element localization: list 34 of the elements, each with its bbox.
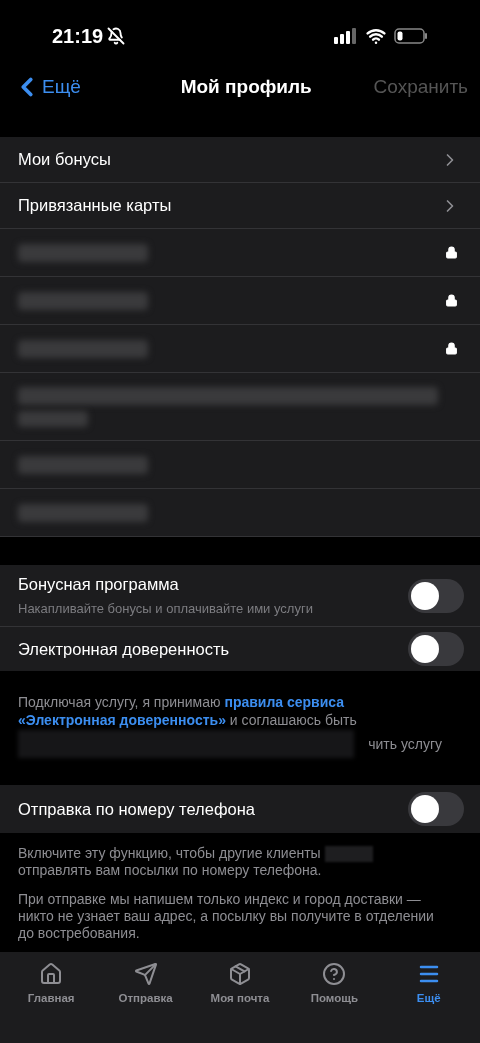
service-rules-link[interactable]: правила сервиса: [224, 694, 345, 710]
bell-off-icon: [107, 27, 126, 45]
redacted-text: [324, 845, 373, 862]
wifi-icon: [366, 26, 386, 46]
tab-bar-item[interactable]: Моя почта: [194, 962, 285, 1008]
setting-title: Электронная доверенность: [18, 638, 230, 660]
consent-text: Подключая услугу, я принимаю правила сервиса «Электронная доверенность» и соглашаюсь быть: [18, 693, 358, 729]
toggle-switch[interactable]: [408, 632, 464, 666]
help-text: отправлять вам посылки по номеру телефона.: [18, 862, 323, 879]
screen-title: Мой профиль: [180, 74, 312, 99]
help-text: При отправке мы напишем только индекс и город доставки — никто не узнает ваш адрес, а посылку вы получите в отделении до востребования.: [18, 891, 435, 942]
setting-description: Накапливайте бонусы и оплачивайте ими услуги: [18, 600, 313, 619]
clock: 21:19: [52, 24, 104, 49]
menu-row[interactable]: Привязанные карты: [0, 183, 480, 229]
toggle-switch[interactable]: [408, 578, 464, 613]
package-icon: [227, 962, 252, 986]
battery-icon: [394, 28, 428, 44]
help-icon: [322, 962, 347, 986]
tab-bar-item[interactable]: Помощь: [289, 962, 380, 1008]
setting-title: Бонусная программа: [18, 574, 180, 596]
help-text: Включите эту функцию, чтобы другие клиенты: [18, 845, 321, 862]
paper-plane-icon: [133, 962, 158, 986]
consent-text-tail: чить услугу: [368, 735, 442, 753]
setting-title: Отправка по номеру телефона: [18, 798, 255, 820]
menu-row[interactable]: Мои бонусы: [0, 137, 480, 183]
toggle-switch[interactable]: [408, 792, 464, 826]
service-rules-link[interactable]: «Электронная доверенность»: [18, 712, 226, 728]
home-icon: [39, 962, 64, 986]
signal-icon: [334, 28, 358, 44]
tab-bar-item[interactable]: Отправка: [100, 962, 191, 1008]
tab-bar-item[interactable]: Главная: [6, 962, 97, 1008]
tab-bar-item[interactable]: Ещё: [383, 962, 474, 1008]
back-button[interactable]: Ещё: [12, 72, 81, 102]
redacted-text: [18, 410, 88, 427]
